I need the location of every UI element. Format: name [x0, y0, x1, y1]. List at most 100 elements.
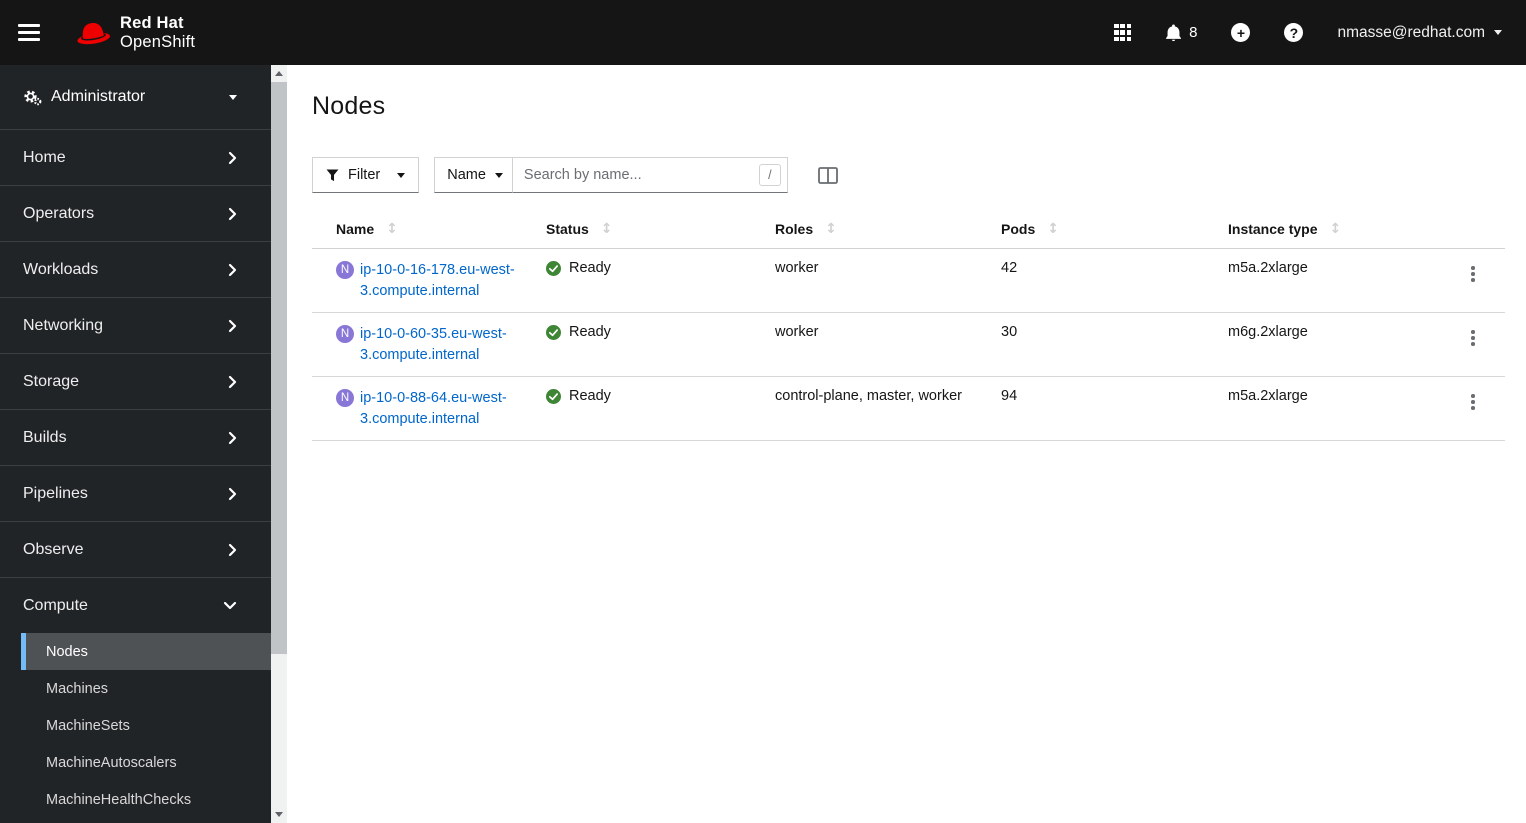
node-status-cell: Ready — [546, 260, 775, 276]
sidebar-item-operators-button[interactable]: Operators — [0, 186, 271, 241]
node-status: Ready — [569, 260, 611, 276]
kebab-icon — [1471, 394, 1475, 398]
caret-down-icon — [229, 94, 237, 100]
ready-check-icon — [546, 325, 561, 340]
brand-text: Red Hat OpenShift — [120, 14, 195, 51]
sidebar-item-label: Storage — [23, 372, 80, 390]
help-button[interactable]: ? — [1284, 23, 1304, 42]
sidebar-item-label: MachineHealthChecks — [46, 791, 192, 808]
sidebar-item-storage-button[interactable]: Storage — [0, 354, 271, 409]
sidebar-item-label: Networking — [23, 316, 104, 334]
sidebar-item-workloads-button[interactable]: Workloads — [0, 242, 271, 297]
table-row: N ip-10-0-88-64.eu-west-3.compute.intern… — [312, 377, 1505, 441]
sidebar-item-compute-button[interactable]: Compute — [0, 578, 271, 633]
sort-icon[interactable] — [1047, 221, 1059, 237]
app-launcher-button[interactable] — [1114, 23, 1132, 42]
manage-columns-button[interactable] — [818, 166, 838, 184]
column-header-pods[interactable]: Pods — [1001, 212, 1228, 248]
search-shortcut-badge: / — [758, 164, 781, 186]
node-badge: N — [336, 389, 354, 407]
sidebar-item-storage: Storage — [0, 353, 271, 409]
search-input[interactable] — [512, 157, 788, 193]
brand-logo: Red Hat OpenShift — [72, 14, 195, 51]
sidebar-item-label: Operators — [23, 204, 95, 222]
sidebar-item-label: Home — [23, 148, 66, 166]
notification-count: 8 — [1189, 24, 1198, 41]
caret-down-icon — [397, 172, 406, 178]
search-field: / — [512, 157, 788, 193]
node-instance-type: m5a.2xlarge — [1228, 260, 1308, 276]
plus-circle-icon: + — [1231, 23, 1251, 42]
scrollbar-up-button[interactable] — [271, 65, 287, 82]
sort-icon[interactable] — [825, 221, 837, 237]
node-status-cell: Ready — [546, 388, 775, 404]
node-pods: 30 — [1001, 324, 1018, 340]
sidebar-nav: Administrator Home Operators Workloads N… — [0, 65, 271, 823]
row-kebab-button[interactable] — [1463, 390, 1483, 414]
column-header-status[interactable]: Status — [546, 212, 775, 248]
search-attribute-select[interactable]: Name — [434, 157, 513, 193]
node-link[interactable]: ip-10-0-16-178.eu-west-3.compute.interna… — [360, 260, 526, 302]
sidebar-item-home-button[interactable]: Home — [0, 130, 271, 185]
chevron-down-icon — [223, 601, 237, 610]
perspective-label: Administrator — [51, 88, 146, 105]
sidebar-item-builds-button[interactable]: Builds — [0, 410, 271, 465]
perspective-switcher[interactable]: Administrator — [0, 65, 271, 130]
page-title: Nodes — [312, 92, 386, 120]
sidebar-item-observe-button[interactable]: Observe — [0, 522, 271, 577]
kebab-icon — [1471, 266, 1475, 270]
column-header-instance-type[interactable]: Instance type — [1228, 212, 1441, 248]
filter-dropdown-button[interactable]: Filter — [312, 157, 420, 193]
node-link[interactable]: ip-10-0-60-35.eu-west-3.compute.internal — [360, 324, 526, 366]
node-roles: worker — [775, 324, 819, 340]
user-menu-button[interactable]: nmasse@redhat.com — [1337, 24, 1502, 42]
node-badge: N — [336, 325, 354, 343]
sort-icon[interactable] — [1329, 221, 1341, 237]
hamburger-icon — [18, 24, 40, 27]
sidebar-item-machinehealthchecks-button[interactable]: MachineHealthChecks — [21, 781, 271, 818]
masthead-left: Red Hat OpenShift — [18, 14, 195, 51]
chevron-right-icon — [228, 319, 237, 333]
nav-toggle-button[interactable] — [18, 20, 48, 46]
sidebar-item-pipelines-button[interactable]: Pipelines — [0, 466, 271, 521]
node-link[interactable]: ip-10-0-88-64.eu-west-3.compute.internal — [360, 388, 526, 430]
node-badge: N — [336, 261, 354, 279]
node-status-cell: Ready — [546, 324, 775, 340]
app-launcher-icon — [1114, 23, 1132, 42]
add-button[interactable]: + — [1231, 23, 1251, 42]
sidebar-scrollbar[interactable] — [271, 65, 287, 823]
sidebar-item-machines-button[interactable]: Machines — [21, 670, 271, 707]
sidebar-item-home: Home — [0, 130, 271, 185]
node-name-cell: N ip-10-0-16-178.eu-west-3.compute.inter… — [312, 260, 546, 302]
triangle-down-icon — [275, 812, 283, 817]
notifications-button[interactable]: 8 — [1165, 24, 1197, 42]
sort-icon[interactable] — [386, 221, 398, 237]
sidebar-item-machinesets: MachineSets — [21, 707, 271, 744]
user-email: nmasse@redhat.com — [1337, 23, 1485, 41]
sort-icon[interactable] — [601, 221, 613, 237]
node-instance-type: m6g.2xlarge — [1228, 324, 1308, 340]
sidebar-item-label: Compute — [23, 596, 88, 614]
sidebar-item-machineautoscalers: MachineAutoscalers — [21, 744, 271, 781]
scrollbar-down-button[interactable] — [271, 806, 287, 823]
main-content: Nodes Filter Name / — [287, 65, 1526, 823]
sidebar-item-label: Builds — [23, 428, 67, 446]
sidebar-item-networking-button[interactable]: Networking — [0, 298, 271, 353]
row-kebab-button[interactable] — [1463, 262, 1483, 286]
sidebar-item-label: MachineSets — [46, 717, 130, 734]
sidebar-item-machinehealthchecks: MachineHealthChecks — [21, 781, 271, 818]
chevron-right-icon — [228, 431, 237, 445]
kebab-icon — [1471, 330, 1475, 334]
table-header-row: Name Status Roles Pods Instance type — [312, 212, 1505, 249]
node-status: Ready — [569, 388, 611, 404]
sidebar-item-workloads: Workloads — [0, 241, 271, 297]
sidebar-item-nodes-button[interactable]: Nodes — [21, 633, 271, 670]
node-pods: 94 — [1001, 388, 1018, 404]
node-instance-type: m5a.2xlarge — [1228, 388, 1308, 404]
scrollbar-thumb[interactable] — [271, 82, 287, 654]
sidebar-item-machinesets-button[interactable]: MachineSets — [21, 707, 271, 744]
column-header-roles[interactable]: Roles — [775, 212, 1001, 248]
sidebar-item-machineautoscalers-button[interactable]: MachineAutoscalers — [21, 744, 271, 781]
row-kebab-button[interactable] — [1463, 326, 1483, 350]
column-header-name[interactable]: Name — [312, 212, 546, 248]
